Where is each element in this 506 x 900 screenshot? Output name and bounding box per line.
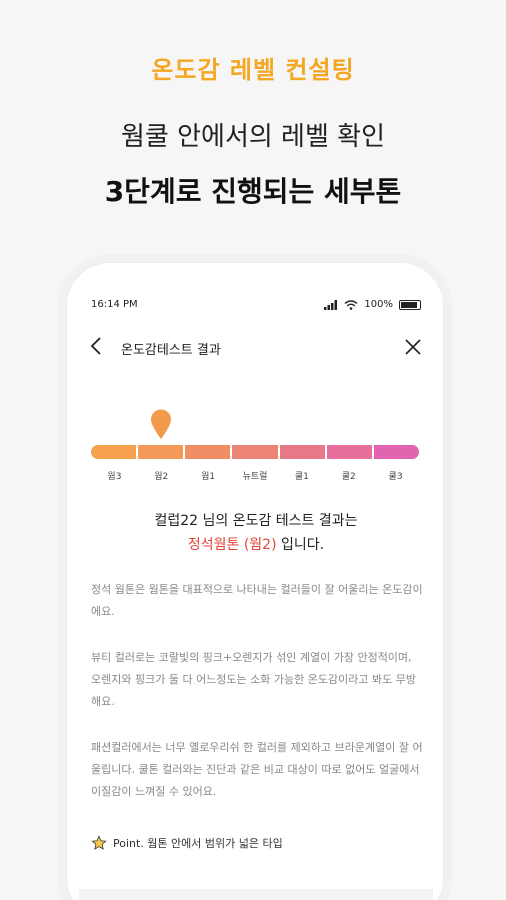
phone-screen: 16:14 PM 100% 온도감테스트 결과 웜3 웜2 웜1 뉴트럴 쿨1 … — [67, 263, 443, 900]
promo-eyebrow: 온도감 레벨 컨설팅 — [151, 56, 355, 84]
scale-segment — [138, 445, 186, 459]
scale-tick-label: 쿨2 — [341, 472, 356, 482]
status-bar: 16:14 PM 100% — [91, 299, 421, 313]
result-line-1: 컬럽22 님의 온도감 테스트 결과는 — [154, 513, 358, 529]
scale-bar — [91, 445, 419, 459]
scale-tick-label: 웜3 — [107, 472, 122, 482]
result-suffix: 입니다. — [276, 537, 325, 553]
scale-segment — [91, 445, 139, 459]
location-pin-icon — [151, 409, 172, 439]
scale-segment — [279, 445, 327, 459]
phone-frame: 16:14 PM 100% 온도감테스트 결과 웜3 웜2 웜1 뉴트럴 쿨1 … — [66, 262, 444, 900]
scale-tick-label: 쿨1 — [294, 472, 309, 482]
status-icons: 100% — [324, 299, 421, 310]
promo-headline-2: 3단계로 진행되는 세부톤 — [104, 175, 402, 208]
point-row: Point. 웜톤 안에서 범위가 넓은 타입 — [91, 835, 283, 851]
description-paragraph-1: 정석 웜톤은 웜톤을 대표적으로 나타내는 컬러들이 잘 어울리는 온도감이에요… — [91, 583, 423, 618]
battery-percent: 100% — [364, 299, 393, 310]
nav-title: 온도감테스트 결과 — [121, 343, 221, 358]
bottom-panel — [79, 889, 433, 900]
battery-icon — [399, 299, 421, 310]
scale-segment — [326, 445, 374, 459]
nav-bar: 온도감테스트 결과 — [89, 335, 423, 359]
back-button[interactable] — [89, 335, 109, 359]
result-tone: 정석웜톤 (웜2) — [187, 537, 277, 553]
close-button[interactable] — [403, 335, 423, 359]
description-paragraph-3: 패션컬러에서는 너무 옐로우리쉬 한 컬러를 제외하고 브라운계열이 잘 어울립… — [91, 741, 423, 798]
signal-icon — [324, 299, 338, 310]
wifi-icon — [344, 299, 358, 310]
chevron-left-icon — [90, 337, 101, 355]
scale-tick-label: 웜1 — [201, 472, 216, 482]
scale-segment — [185, 445, 233, 459]
close-icon — [405, 339, 421, 355]
scale-ticks: 웜3 웜2 웜1 뉴트럴 쿨1 쿨2 쿨3 — [91, 469, 419, 483]
promo-headline-1: 웜쿨 안에서의 레벨 확인 — [121, 122, 385, 152]
scale-tick-label: 웜2 — [154, 472, 169, 482]
point-text: Point. 웜톤 안에서 범위가 넓은 타입 — [113, 837, 283, 850]
scale-segment — [232, 445, 280, 459]
description-paragraph-2: 뷰티 컬러로는 코랄빛의 핑크+오렌지가 섞인 계열이 가장 안정적이며, 오렌… — [91, 651, 416, 708]
scale-tick-label: 쿨3 — [388, 472, 403, 482]
scale-segment — [373, 445, 419, 459]
result-line-2: 정석웜톤 (웜2) 입니다. — [67, 533, 443, 557]
scale-tick-label: 뉴트럴 — [242, 472, 268, 482]
result-text: 컬럽22 님의 온도감 테스트 결과는 정석웜톤 (웜2) 입니다. — [67, 509, 443, 557]
star-icon — [91, 835, 107, 850]
status-time: 16:14 PM — [91, 299, 138, 310]
